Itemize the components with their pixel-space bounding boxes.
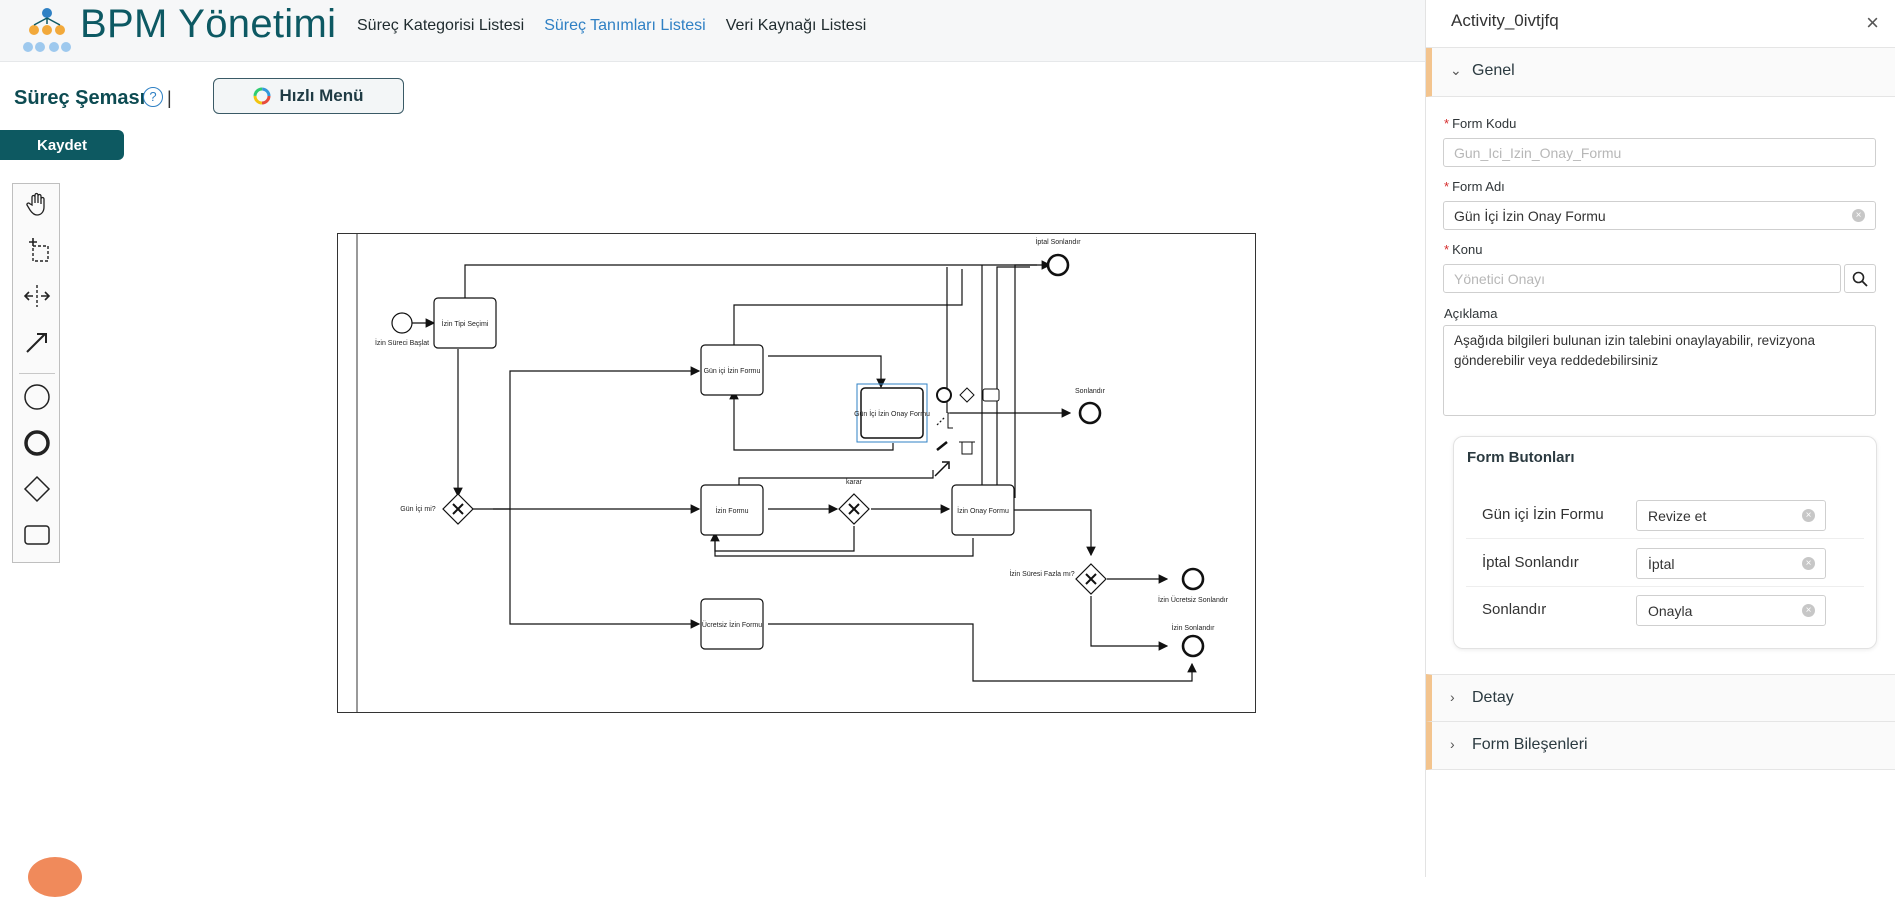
label-start: İzin Süreci Başlat [375, 338, 429, 347]
bpm-logo-icon [23, 8, 71, 52]
gateway-decision[interactable] [838, 493, 870, 525]
label-end-cancel: İptal Sonlandır [1035, 237, 1081, 246]
task-icon[interactable] [21, 519, 53, 551]
main-nav: Süreç Kategorisi Listesi Süreç Tanımları… [357, 17, 866, 35]
context-pad[interactable] [934, 387, 1000, 477]
save-button[interactable]: Kaydet [0, 130, 124, 160]
end-event-icon[interactable] [21, 427, 53, 459]
end-event-leave[interactable] [1181, 634, 1205, 658]
nav-item-data-sources[interactable]: Veri Kaynağı Listesi [726, 17, 867, 35]
form-button-row: Gün içi İzin Formu Revize et × [1466, 493, 1864, 539]
element-id: Activity_0ivtjfq [1451, 11, 1559, 30]
subject-field[interactable]: Yönetici Onayı [1443, 264, 1841, 293]
start-event-icon[interactable] [21, 381, 53, 413]
form-name-label: * Form Adı [1444, 179, 1505, 194]
label-gw-decision: karar [846, 479, 863, 486]
label-task-leave-approve: İzin Onay Formu [957, 506, 1009, 515]
search-icon [1852, 271, 1868, 287]
bpmn-diagram[interactable]: İzin Süreci Başlat İzin Tipi Seçimi Gün … [337, 233, 1257, 715]
floating-chat-button[interactable] [28, 857, 82, 897]
label-end-finish: Sonlandır [1075, 388, 1106, 395]
nav-item-process-definitions[interactable]: Süreç Tanımları Listesi [544, 17, 706, 35]
description-label: Açıklama [1444, 306, 1498, 321]
clear-icon[interactable]: × [1852, 209, 1865, 222]
separator: | [167, 88, 172, 108]
space-tool-icon[interactable] [21, 280, 53, 312]
page-title: Süreç Şeması [14, 87, 146, 109]
lasso-tool-icon[interactable] [21, 234, 53, 266]
label-task-unpaid: Ücretsiz İzin Formu [702, 620, 762, 629]
form-button-name: Gün içi İzin Formu [1482, 506, 1604, 523]
color-wheel-icon [253, 87, 271, 105]
section-general[interactable]: ⌄ Genel [1426, 48, 1895, 97]
quick-menu-label: Hızlı Menü [279, 86, 364, 105]
description-textarea[interactable]: Aşağıda bilgileri bulunan izin talebini … [1443, 325, 1876, 416]
form-name-value: Gün İçi İzin Onay Formu [1454, 208, 1606, 224]
label-gw-daily: Gün İçi mi? [400, 504, 436, 513]
clear-icon[interactable]: × [1802, 557, 1815, 570]
hand-tool-icon[interactable] [21, 188, 53, 220]
quick-menu-button[interactable]: Hızlı Menü [213, 78, 404, 114]
section-detail-label: Detay [1472, 689, 1514, 706]
chevron-down-icon: ⌄ [1450, 62, 1462, 78]
label-end-leave: İzin Sonlandır [1172, 623, 1215, 632]
connect-tool-icon[interactable] [21, 326, 53, 358]
label-task-daily-approve: Gün İçi İzin Onay Formu [854, 409, 930, 418]
form-button-row: İptal Sonlandır İptal × [1466, 541, 1864, 587]
chevron-right-icon: › [1450, 689, 1455, 705]
search-button[interactable] [1844, 264, 1876, 293]
nav-item-process-categories[interactable]: Süreç Kategorisi Listesi [357, 17, 524, 35]
form-buttons-title: Form Butonları [1467, 449, 1575, 466]
section-detail[interactable]: › Detay [1426, 674, 1895, 722]
start-event[interactable] [391, 312, 413, 334]
gateway-duration[interactable] [1075, 563, 1107, 595]
form-name-field[interactable]: Gün İçi İzin Onay Formu × [1443, 201, 1876, 230]
section-components-label: Form Bileşenleri [1472, 736, 1588, 753]
label-task-select: İzin Tipi Seçimi [442, 319, 489, 328]
properties-panel: Activity_0ivtjfq × ⌄ Genel * Form Kodu Gu… [1425, 0, 1895, 877]
form-button-name: Sonlandır [1482, 601, 1547, 618]
label-end-unpaid: İzin Ücretsiz Sonlandır [1158, 595, 1229, 604]
question-icon[interactable]: ? [143, 87, 163, 107]
form-buttons-card: Form Butonları Gün içi İzin Formu Revize… [1453, 436, 1877, 649]
end-event-finish[interactable] [1078, 401, 1102, 425]
palette-divider [19, 373, 55, 374]
label-task-leave: İzin Formu [715, 506, 748, 515]
app-title: BPM Yönetimi [80, 2, 337, 46]
gateway-icon[interactable] [21, 473, 53, 505]
form-code-field[interactable]: Gun_Ici_Izin_Onay_Formu [1443, 138, 1876, 167]
form-code-label: * Form Kodu [1444, 116, 1517, 131]
form-button-name: İptal Sonlandır [1482, 554, 1579, 571]
top-bar: BPM Yönetimi Süreç Kategorisi Listesi Sü… [0, 0, 1425, 62]
end-event-cancel[interactable] [1046, 253, 1070, 277]
end-event-unpaid[interactable] [1181, 567, 1205, 591]
close-icon[interactable]: × [1866, 10, 1879, 36]
form-button-value-field[interactable]: Revize et × [1636, 500, 1826, 531]
section-general-label: Genel [1472, 62, 1515, 79]
label-gw-duration: İzin Süresi Fazla mı? [1009, 569, 1074, 578]
subject-label: * Konu [1444, 242, 1483, 257]
form-button-row: Sonlandır Onayla × [1466, 588, 1864, 634]
label-task-daily: Gün içi İzin Formu [704, 366, 761, 375]
clear-icon[interactable]: × [1802, 604, 1815, 617]
clear-icon[interactable]: × [1802, 509, 1815, 522]
form-button-value-field[interactable]: Onayla × [1636, 595, 1826, 626]
panel-header: Activity_0ivtjfq × [1426, 0, 1895, 48]
tool-palette [12, 183, 60, 563]
form-button-value-field[interactable]: İptal × [1636, 548, 1826, 579]
chevron-right-icon: › [1450, 736, 1455, 752]
gateway-daily[interactable] [442, 493, 474, 525]
section-components[interactable]: › Form Bileşenleri [1426, 722, 1895, 770]
